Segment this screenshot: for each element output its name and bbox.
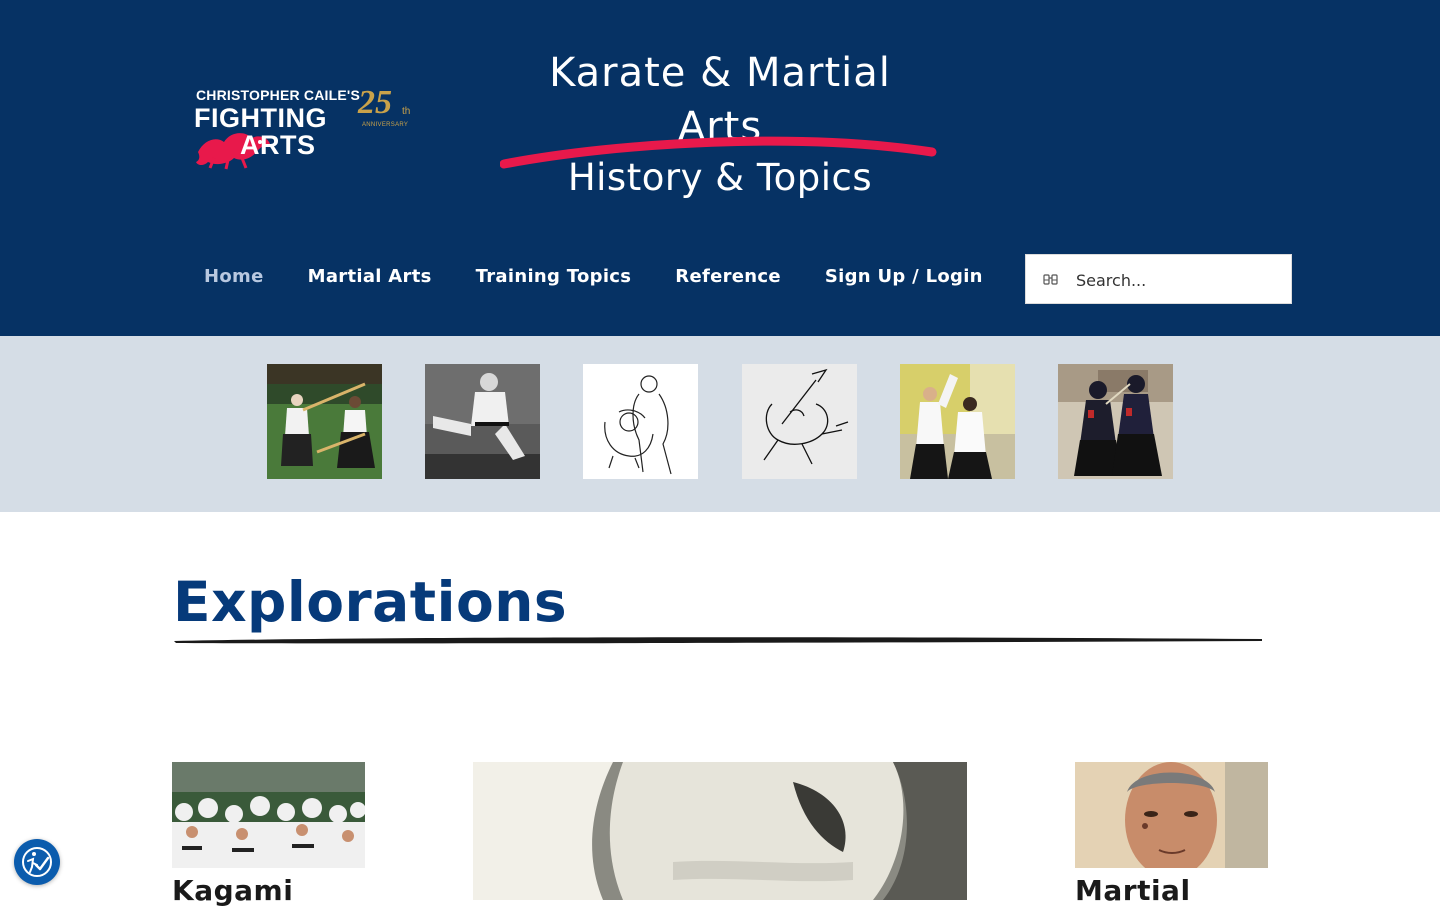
- main-nav: Home Martial Arts Training Topics Refere…: [204, 266, 1027, 292]
- grappling-line-drawing: [583, 364, 698, 479]
- search-box: [1025, 254, 1292, 304]
- thumbnail-grappling-drawing[interactable]: [583, 364, 698, 479]
- hero-title-line1: Karate & Martial: [549, 50, 891, 96]
- card-image-kagami[interactable]: [172, 762, 365, 868]
- anniversary-suffix: th: [402, 106, 411, 117]
- sword-warrior-sketch: [742, 364, 857, 479]
- card-title-martial[interactable]: Martial: [1075, 874, 1191, 907]
- thumbnail-strip: [0, 336, 1440, 512]
- dojo-crowd-photo: [172, 762, 365, 868]
- card-title-kagami[interactable]: Kagami: [172, 874, 293, 907]
- aikido-bokken-photo: [267, 364, 382, 479]
- kendo-match-photo: [1058, 364, 1173, 479]
- thumbnail-aikido-dojo[interactable]: [900, 364, 1015, 479]
- card-image-martial[interactable]: [1075, 762, 1268, 868]
- nav-item-reference[interactable]: Reference: [675, 266, 781, 292]
- brush-divider: [174, 637, 1262, 644]
- anniversary-number: 25: [358, 84, 392, 121]
- site-header: CHRISTOPHER CAILE'S FIGHTING ARTS 25 th …: [0, 0, 1440, 336]
- thumbnail-kendo[interactable]: [1058, 364, 1173, 479]
- anniversary-label: ANNIVERSARY: [362, 122, 409, 128]
- site-logo[interactable]: CHRISTOPHER CAILE'S FIGHTING ARTS 25 th …: [194, 82, 420, 172]
- nav-item-home[interactable]: Home: [204, 266, 264, 292]
- card-image-karate-gi[interactable]: [473, 762, 967, 900]
- accessibility-icon: [22, 847, 52, 877]
- accessibility-button[interactable]: [14, 839, 60, 885]
- thumbnail-sword-sketch[interactable]: [742, 364, 857, 479]
- aikido-dojo-photo: [900, 364, 1015, 479]
- nav-item-sign-up-login[interactable]: Sign Up / Login: [825, 266, 983, 292]
- anniversary-badge: 25 th ANNIVERSARY: [358, 84, 420, 132]
- karate-gi-closeup-photo: [473, 762, 967, 900]
- thumbnail-aikido-bokken[interactable]: [267, 364, 382, 479]
- section-title: Explorations: [173, 570, 568, 634]
- hero-subtitle: History & Topics: [567, 156, 873, 199]
- thumbnail-flying-kick[interactable]: [425, 364, 540, 479]
- search-icon[interactable]: [1043, 272, 1059, 288]
- nav-item-training-topics[interactable]: Training Topics: [476, 266, 632, 292]
- logo-arts-text: ARTS: [240, 130, 316, 160]
- search-input[interactable]: [1076, 267, 1276, 293]
- nav-item-martial-arts[interactable]: Martial Arts: [308, 266, 432, 292]
- flying-kick-photo: [425, 364, 540, 479]
- logo-author-text: CHRISTOPHER CAILE'S: [196, 87, 361, 103]
- master-portrait-photo: [1075, 762, 1268, 868]
